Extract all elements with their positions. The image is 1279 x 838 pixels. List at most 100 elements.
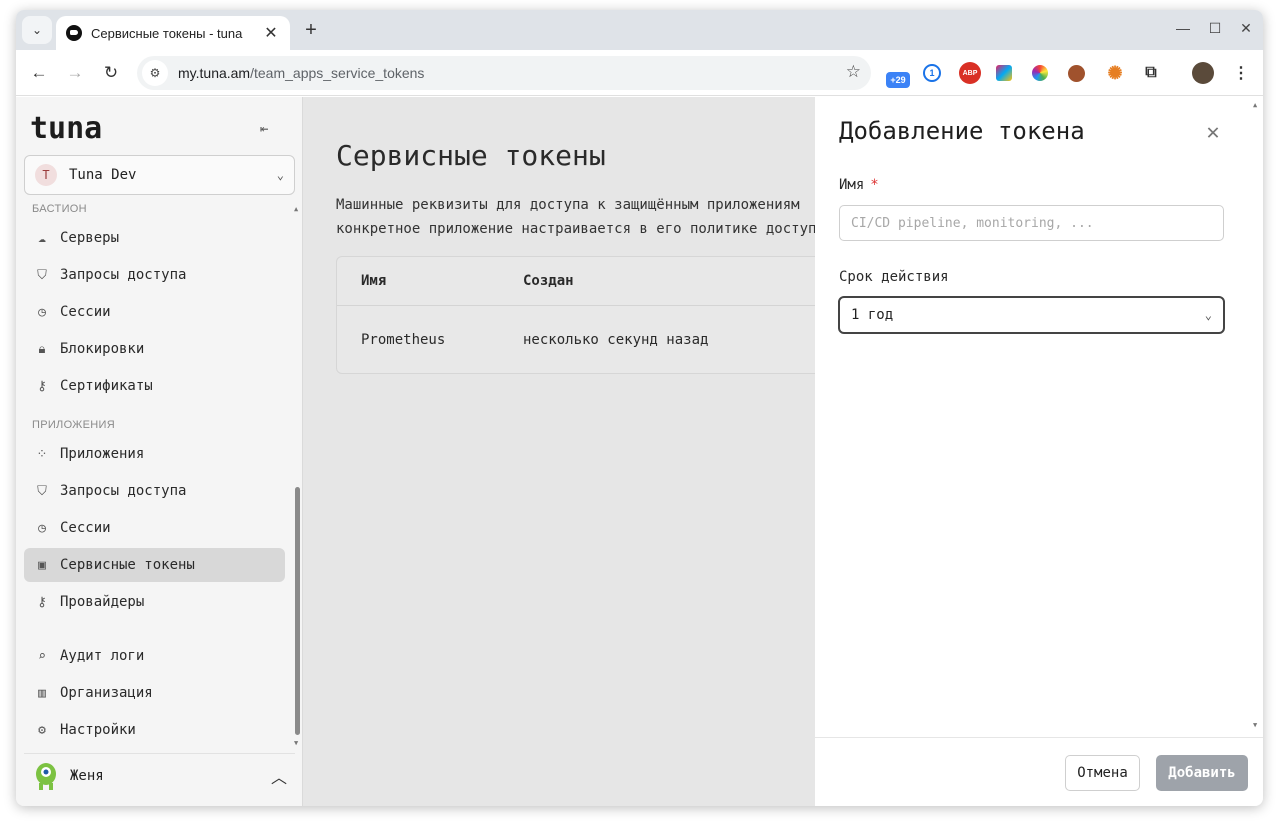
lock-icon: 🔒︎ — [38, 341, 46, 357]
colorpicker-extension-icon[interactable] — [1032, 65, 1048, 81]
browser-menu-icon[interactable]: ⋮ — [1230, 62, 1252, 84]
burst-extension-icon[interactable]: ✺ — [1104, 62, 1126, 84]
search-icon: ⌕ — [38, 648, 46, 664]
sidebar-item-sessions[interactable]: ◷ Сессии — [24, 295, 285, 329]
expiry-field-label: Срок действия — [839, 269, 949, 285]
forward-icon[interactable]: → — [63, 61, 87, 85]
sidebar-item-label: Сессии — [60, 304, 111, 320]
tokens-table: Имя Создан Prometheus несколько секунд н… — [336, 256, 815, 374]
scroll-down-arrow-icon[interactable]: ▼ — [294, 739, 298, 747]
shield-icon: ⛉ — [37, 267, 47, 283]
sidebar-item-servers[interactable]: ☁ Серверы — [24, 221, 285, 255]
tuna-favicon-icon — [66, 25, 82, 41]
sidebar-item-label: Провайдеры — [60, 594, 145, 610]
close-window-icon[interactable]: ✕ — [1236, 20, 1256, 37]
tab-strip: ⌄ Сервисные токены - tuna ✕ + — ☐ ✕ — [16, 10, 1263, 50]
add-button[interactable]: Добавить — [1156, 755, 1248, 791]
color-extension-icon[interactable] — [996, 65, 1012, 81]
page-description: Машинные реквизиты для доступа к защищён… — [336, 193, 815, 241]
site-settings-icon[interactable]: ⚙ — [142, 60, 168, 86]
sidebar-item-providers[interactable]: ⚷ Провайдеры — [24, 585, 285, 619]
password-manager-icon[interactable]: 1 — [923, 64, 941, 82]
weather-extension-icon[interactable]: +29 — [886, 72, 910, 88]
page-content: tuna ⇤ T Tuna Dev ⌄ ▲ БАСТИОН ☁ Серверы … — [16, 97, 1263, 806]
column-header-name[interactable]: Имя — [361, 273, 386, 289]
key-icon: ⚷ — [37, 378, 47, 394]
key-icon: ⚷ — [37, 594, 47, 610]
maximize-icon[interactable]: ☐ — [1205, 20, 1225, 37]
drawer-scroll-up-icon[interactable]: ▲ — [1253, 101, 1257, 109]
name-label-text: Имя — [839, 177, 865, 193]
profile-avatar-icon[interactable] — [1192, 62, 1214, 84]
tab-active[interactable]: Сервисные токены - tuna ✕ — [56, 16, 290, 50]
sidebar-item-label: Запросы доступа — [60, 267, 187, 283]
sidebar-item-label: Сессии — [60, 520, 111, 536]
user-menu[interactable]: Женя ︿ — [24, 753, 295, 797]
token-name-input[interactable] — [839, 205, 1224, 241]
minimize-icon[interactable]: — — [1173, 20, 1193, 36]
page-title: Сервисные токены — [336, 139, 606, 172]
sidebar-item-access-requests[interactable]: ⛉ Запросы доступа — [24, 258, 285, 292]
user-name: Женя — [70, 767, 104, 784]
expiry-select[interactable]: 1 год ⌄ — [838, 296, 1225, 334]
cancel-button[interactable]: Отмена — [1065, 755, 1140, 791]
drawer-scroll-down-icon[interactable]: ▼ — [1253, 721, 1257, 729]
sidebar-item-audit-logs[interactable]: ⌕ Аудит логи — [24, 639, 285, 673]
clock-icon: ◷ — [38, 304, 46, 320]
add-token-drawer: ▲ Добавление токена ✕ Имя * Срок действия… — [815, 97, 1263, 806]
browser-toolbar: ← → ↻ ⚙ my.tuna.am/team_apps_service_tok… — [16, 50, 1263, 96]
sidebar-item-applications[interactable]: ⁘ Приложения — [24, 437, 285, 471]
section-title-apps: ПРИЛОЖЕНИЯ — [32, 419, 115, 431]
chevron-up-icon: ︿ — [270, 767, 287, 787]
gear-icon: ⚙ — [38, 722, 46, 738]
sidebar-item-locks[interactable]: 🔒︎ Блокировки — [24, 332, 285, 366]
back-icon[interactable]: ← — [27, 61, 51, 85]
sidebar-item-label: Настройки — [60, 722, 136, 738]
chevron-down-icon: ⌄ — [1204, 308, 1212, 322]
main-content: Сервисные токены Машинные реквизиты для … — [304, 97, 815, 806]
cookie-extension-icon[interactable] — [1068, 65, 1085, 82]
sidebar-item-organization[interactable]: ▥ Организация — [24, 676, 285, 710]
sidebar-item-app-sessions[interactable]: ◷ Сессии — [24, 511, 285, 545]
collapse-sidebar-icon[interactable]: ⇤ — [260, 121, 268, 137]
column-header-created[interactable]: Создан — [523, 273, 574, 289]
close-icon[interactable]: ✕ — [1203, 122, 1223, 144]
adblock-icon[interactable]: ABP — [959, 62, 981, 84]
expiry-selected-value: 1 год — [851, 307, 894, 323]
shield-icon: ⛉ — [37, 483, 47, 499]
sidebar-item-app-access-requests[interactable]: ⛉ Запросы доступа — [24, 474, 285, 508]
description-line: Машинные реквизиты для доступа к защищён… — [336, 197, 800, 213]
tab-title: Сервисные токены - tuna — [91, 25, 243, 41]
sidebar-scrollbar[interactable] — [295, 487, 300, 735]
sidebar-item-certificates[interactable]: ⚷ Сертификаты — [24, 369, 285, 403]
drawer-footer: Отмена Добавить — [815, 737, 1263, 806]
token-created-cell: несколько секунд назад — [523, 332, 709, 348]
scroll-up-arrow-icon[interactable]: ▲ — [294, 205, 298, 213]
sidebar-item-label: Аудит логи — [60, 648, 145, 664]
bookmark-star-icon[interactable]: ☆ — [846, 62, 861, 82]
sidebar-item-label: Блокировки — [60, 341, 145, 357]
reload-icon[interactable]: ↻ — [99, 61, 123, 85]
tab-close-icon[interactable]: ✕ — [262, 23, 280, 43]
new-tab-icon[interactable]: + — [299, 19, 323, 43]
cloud-icon: ☁ — [38, 230, 46, 246]
sidebar-item-settings[interactable]: ⚙ Настройки — [24, 713, 285, 747]
tuna-logo: tuna — [30, 111, 103, 146]
address-bar[interactable]: ⚙ my.tuna.am/team_apps_service_tokens ☆ — [137, 56, 871, 90]
sidebar-item-label: Серверы — [60, 230, 120, 246]
sidebar: tuna ⇤ T Tuna Dev ⌄ ▲ БАСТИОН ☁ Серверы … — [16, 97, 303, 806]
sidebar-item-label: Запросы доступа — [60, 483, 187, 499]
clock-icon: ◷ — [38, 520, 46, 536]
table-divider — [337, 305, 815, 306]
description-line: конкретное приложение настраивается в ег… — [336, 221, 815, 237]
team-name: Tuna Dev — [69, 167, 137, 183]
sidebar-item-label: Организация — [60, 685, 153, 701]
team-selector[interactable]: T Tuna Dev ⌄ — [24, 155, 295, 195]
tab-search-icon[interactable]: ⌄ — [22, 16, 52, 44]
sidebar-item-label: Сертификаты — [60, 378, 153, 394]
drawer-title: Добавление токена — [839, 117, 1085, 145]
sidebar-item-service-tokens[interactable]: ▣ Сервисные токены — [24, 548, 285, 582]
extensions-puzzle-icon[interactable]: ⧉ — [1140, 62, 1162, 84]
required-mark: * — [870, 177, 879, 193]
chip-icon: ▣ — [38, 557, 46, 573]
